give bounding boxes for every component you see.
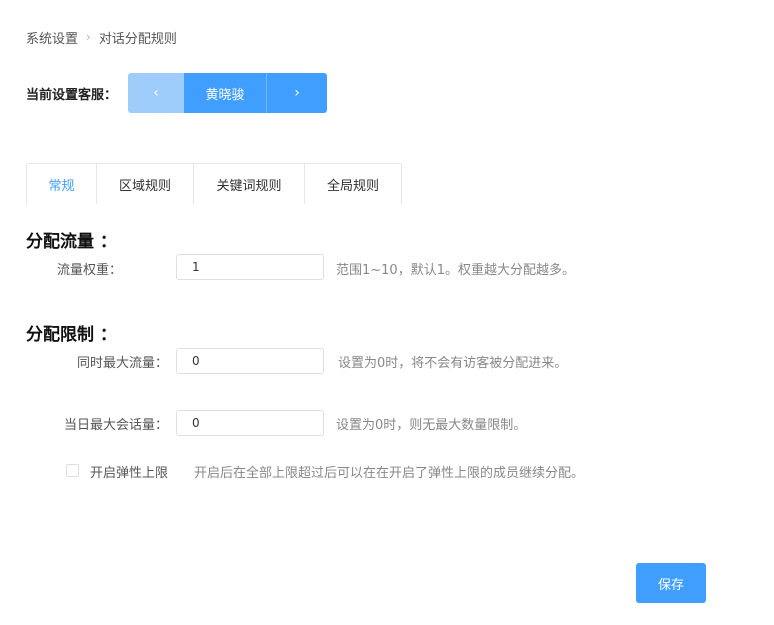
chevron-right-icon: › [86, 30, 91, 44]
breadcrumb-current: 对话分配规则 [98, 31, 177, 47]
concurrent-limit-label: 同时最大流量： [76, 356, 168, 371]
daily-limit-label: 当日最大会话量： [63, 418, 168, 433]
elastic-limit-label[interactable]: 开启弹性上限 [90, 462, 168, 481]
rule-tabs: 常规 区域规则 关键词规则 全局规则 [26, 163, 402, 204]
elastic-limit-checkbox[interactable] [66, 464, 79, 477]
current-agent-label: 当前设置客服： [26, 88, 118, 103]
traffic-weight-value: 1 [192, 260, 200, 274]
daily-limit-value: 0 [192, 416, 200, 430]
daily-limit-hint: 设置为0时，则无最大数量限制。 [336, 418, 527, 433]
tab-keyword-rules[interactable]: 关键词规则 [194, 164, 305, 204]
chevron-left-icon: ‹ [153, 85, 159, 101]
tab-region-rules[interactable]: 区域规则 [97, 164, 194, 204]
concurrent-limit-hint: 设置为0时，将不会有访客被分配进来。 [338, 356, 568, 371]
traffic-weight-label: 流量权重： [56, 263, 122, 278]
prev-agent-button[interactable]: ‹ [128, 73, 184, 113]
tab-general[interactable]: 常规 [27, 164, 97, 204]
agent-switcher: ‹ 黄晓骏 › [128, 73, 327, 113]
tab-global-rules[interactable]: 全局规则 [305, 164, 401, 204]
concurrent-limit-value: 0 [192, 354, 200, 368]
save-button[interactable]: 保存 [636, 563, 706, 603]
concurrent-limit-input[interactable]: 0 [176, 348, 324, 374]
limits-section-title: 分配限制 ： [26, 325, 117, 345]
traffic-weight-input[interactable]: 1 [176, 254, 324, 280]
breadcrumb: 系统设置 › 对话分配规则 [26, 28, 177, 47]
chevron-right-icon: › [294, 85, 300, 101]
traffic-section-title: 分配流量 ： [26, 232, 117, 252]
elastic-limit-hint: 开启后在全部上限超过后可以在在开启了弹性上限的成员继续分配。 [194, 466, 585, 481]
next-agent-button[interactable]: › [267, 73, 327, 113]
current-agent-name: 黄晓骏 [184, 73, 267, 113]
breadcrumb-parent[interactable]: 系统设置 [26, 28, 78, 47]
daily-limit-input[interactable]: 0 [176, 410, 324, 436]
traffic-weight-hint: 范围1~10，默认1。权重越大分配越多。 [336, 263, 575, 278]
